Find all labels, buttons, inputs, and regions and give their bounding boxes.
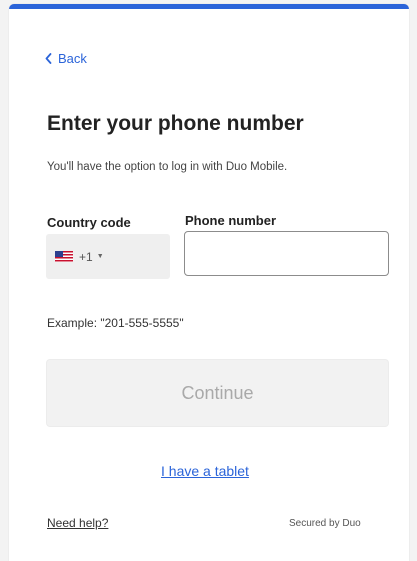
page-subtitle: You'll have the option to log in with Du… <box>47 161 288 173</box>
caret-down-icon: ▼ <box>96 253 104 260</box>
back-button[interactable]: Back <box>45 51 87 66</box>
phone-number-input[interactable] <box>184 231 389 276</box>
continue-button[interactable]: Continue <box>46 359 389 427</box>
chevron-left-icon <box>45 53 52 64</box>
us-flag-icon <box>55 251 73 262</box>
secured-by-text: Secured by Duo <box>289 518 361 529</box>
page-title: Enter your phone number <box>47 112 304 135</box>
dial-code-value: +1 <box>79 249 93 264</box>
country-code-label: Country code <box>47 215 131 230</box>
country-code-select[interactable]: +1 ▼ <box>46 234 170 279</box>
login-card: Back Enter your phone number You'll have… <box>9 4 409 561</box>
need-help-link[interactable]: Need help? <box>47 516 108 530</box>
back-label: Back <box>58 51 87 66</box>
example-text: Example: "201-555-5555" <box>47 316 184 330</box>
phone-number-label: Phone number <box>185 213 277 228</box>
tablet-link[interactable]: I have a tablet <box>161 463 249 479</box>
